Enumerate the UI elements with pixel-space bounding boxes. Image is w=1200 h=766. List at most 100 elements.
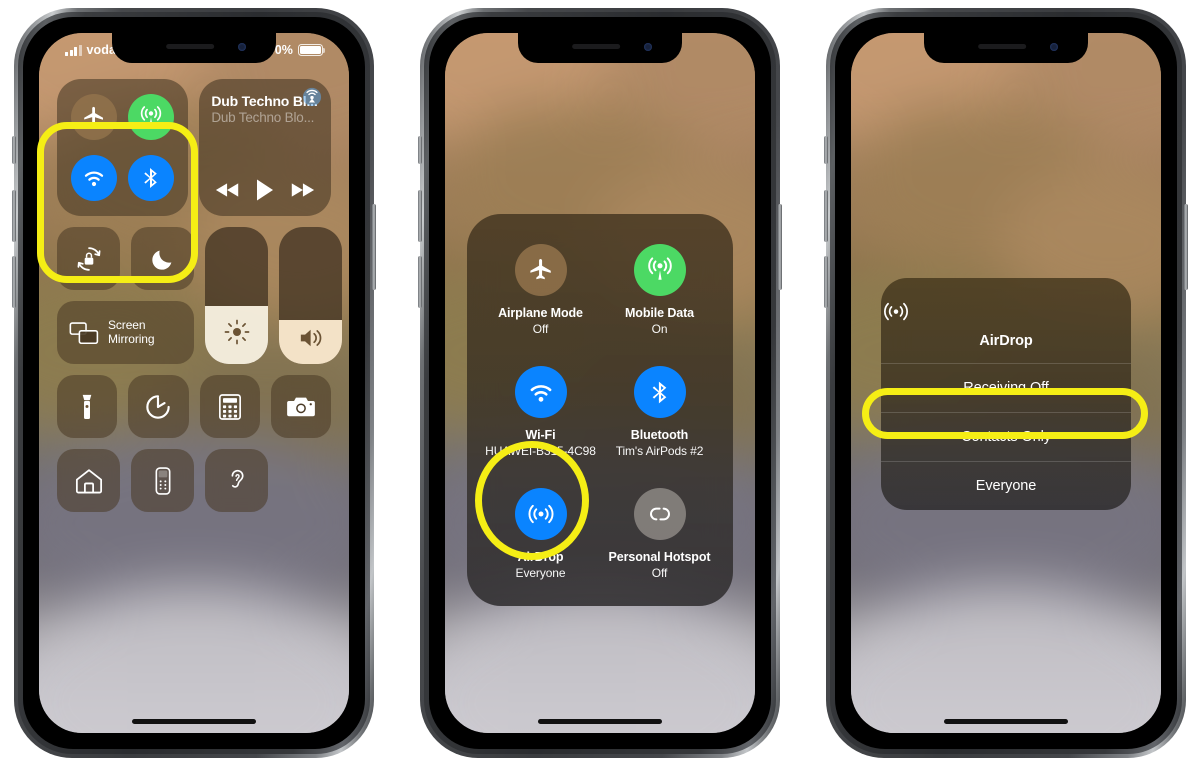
home-toggle[interactable] [57,449,120,512]
airdrop-options-menu: AirDrop Receiving Off Contacts Only Ever… [881,278,1131,510]
cell-value: Off [651,566,668,580]
screen-mirroring-icon [69,321,99,345]
front-camera-icon [238,43,246,51]
brightness-icon [223,318,251,346]
now-playing-widget[interactable]: Dub Techno Bl... Dub Techno Blo... [199,79,331,216]
airdrop-cell[interactable]: AirDrop Everyone [481,488,600,580]
mute-switch-button[interactable] [12,136,16,164]
airdrop-icon [514,488,567,540]
flashlight-toggle[interactable] [57,375,118,438]
volume-down-button[interactable] [824,256,828,308]
cc-row-4 [57,449,331,512]
phone-bezel: AirDrop Receiving Off Contacts Only Ever… [835,17,1177,749]
cell-title: Bluetooth [630,428,689,442]
personal-hotspot-cell[interactable]: Personal Hotspot Off [600,488,719,580]
cell-title: AirDrop [517,550,564,564]
mobile-data-toggle[interactable] [128,94,175,141]
calculator-toggle[interactable] [199,375,260,438]
volume-down-button[interactable] [12,256,16,308]
cell-title: Airplane Mode [498,306,583,320]
expanded-row-2: Wi-Fi HUAWEI-B315-4C98 Bluetooth Tim's A… [481,366,719,458]
calculator-icon [218,393,241,420]
cellular-antenna-icon [633,244,686,296]
screen-mirroring-tile[interactable]: Screen Mirroring [57,301,194,364]
apple-tv-remote-toggle[interactable] [131,449,194,512]
home-indicator[interactable] [944,719,1068,724]
power-button[interactable] [1184,204,1188,290]
volume-up-button[interactable] [12,190,16,242]
mobile-data-cell[interactable]: Mobile Data On [600,244,719,336]
notch [112,33,276,63]
cell-value: Tim's AirPods #2 [615,444,704,458]
wifi-cell[interactable]: Wi-Fi HUAWEI-B315-4C98 [481,366,600,458]
cell-value: HUAWEI-B315-4C98 [485,444,596,458]
battery-full-icon [298,44,326,56]
play-icon[interactable] [255,178,275,202]
camera-icon [287,397,315,416]
airplane-icon [84,107,103,126]
brightness-slider[interactable] [205,227,268,364]
hotspot-icon [633,488,686,540]
cell-value: Everyone [515,566,566,580]
wifi-toggle[interactable] [70,154,117,201]
power-button[interactable] [778,204,782,290]
airdrop-option-contacts-only[interactable]: Contacts Only [881,412,1131,461]
airplay-audio-icon[interactable] [302,87,322,107]
phone-screen: Airplane Mode Off Mobile Data On Wi-Fi H… [445,33,755,733]
timer-toggle[interactable] [128,375,189,438]
cell-value: On [651,322,668,336]
mute-switch-button[interactable] [824,136,828,164]
volume-down-button[interactable] [418,256,422,308]
hearing-toggle[interactable] [205,449,268,512]
connectivity-group[interactable] [57,79,189,216]
front-camera-icon [1050,43,1058,51]
phone-airdrop-menu: AirDrop Receiving Off Contacts Only Ever… [824,8,1188,758]
screenshot-stage: vodafone UK 100% [0,0,1200,766]
home-indicator[interactable] [538,719,662,724]
cell-title: Mobile Data [624,306,695,320]
mute-switch-button[interactable] [418,136,422,164]
airplane-mode-toggle[interactable] [70,94,117,141]
phone-control-center: vodafone UK 100% [12,8,376,758]
earpiece-speaker [166,44,215,49]
do-not-disturb-toggle[interactable] [131,227,194,290]
cell-title: Personal Hotspot [608,550,711,564]
home-indicator[interactable] [132,719,256,724]
airplane-icon [514,244,567,296]
airdrop-option-everyone[interactable]: Everyone [881,461,1131,510]
bluetooth-cell[interactable]: Bluetooth Tim's AirPods #2 [600,366,719,458]
bluetooth-toggle[interactable] [128,154,175,201]
rewind-icon[interactable] [215,181,241,199]
cell-title: Wi-Fi [525,428,556,442]
cell-value: Off [532,322,549,336]
expanded-row-3: AirDrop Everyone Personal Hotspot Off [481,488,719,580]
rotation-lock-toggle[interactable] [57,227,120,290]
volume-up-button[interactable] [418,190,422,242]
volume-up-button[interactable] [824,190,828,242]
fast-forward-icon[interactable] [289,181,315,199]
power-button[interactable] [372,204,376,290]
airdrop-menu-header: AirDrop [881,278,1131,363]
camera-toggle[interactable] [270,375,331,438]
airdrop-icon [881,296,1131,326]
notch [518,33,682,63]
cellular-antenna-icon [141,106,162,126]
airplane-mode-cell[interactable]: Airplane Mode Off [481,244,600,336]
earpiece-speaker [572,44,621,49]
connectivity-expanded-panel: Airplane Mode Off Mobile Data On Wi-Fi H… [467,214,733,606]
speaker-icon [297,326,325,350]
airdrop-menu-title: AirDrop [979,333,1033,349]
bluetooth-icon [144,167,158,188]
cc-row-3 [57,375,331,438]
phone-expanded-connectivity: Airplane Mode Off Mobile Data On Wi-Fi H… [418,8,782,758]
phone-screen: AirDrop Receiving Off Contacts Only Ever… [851,33,1161,733]
moon-icon [151,250,171,270]
wifi-icon [514,366,567,418]
expanded-row-1: Airplane Mode Off Mobile Data On [481,244,719,336]
volume-slider[interactable] [279,227,342,364]
airdrop-option-receiving-off[interactable]: Receiving Off [881,363,1131,412]
cc-row-1: Dub Techno Bl... Dub Techno Blo... [57,79,331,216]
bluetooth-icon [633,366,686,418]
flashlight-icon [82,394,92,419]
apple-tv-remote-icon [155,466,170,495]
